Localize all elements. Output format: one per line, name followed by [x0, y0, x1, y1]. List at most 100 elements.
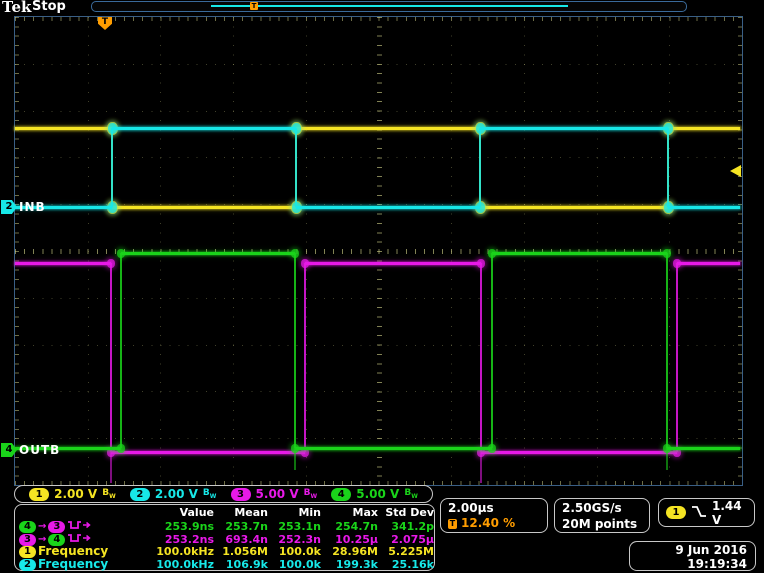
- measurement-value: 253.1n: [268, 520, 321, 533]
- measurement-value: 1.056M: [214, 545, 268, 558]
- trigger-position-percent: 12.40 %: [461, 516, 515, 531]
- time: 19:19:34: [638, 557, 747, 571]
- measurement-header-value: Value: [133, 506, 214, 519]
- channel4-label: OUTB: [19, 443, 60, 457]
- measurement-value: 199.3k: [321, 558, 378, 571]
- channel4-volts-per-div: 5.00 V: [356, 487, 399, 501]
- ch1-trace-segment: [112, 206, 296, 209]
- measurement-value: 254.7n: [321, 520, 378, 533]
- falling-edge-icon: [691, 503, 707, 522]
- trigger-readout[interactable]: 1 1.44 V: [658, 498, 755, 527]
- measurement-source-badge: 3: [48, 521, 65, 533]
- ch3-edge: [676, 263, 678, 452]
- ch2-noise-burst: [292, 123, 301, 134]
- acquisition-readout[interactable]: 2.50GS/s 20M points: [554, 498, 650, 533]
- measurement-header-min: Min: [268, 506, 321, 519]
- channel3-volts-per-div: 5.00 V: [256, 487, 299, 501]
- ch2-edge: [295, 128, 297, 207]
- ch3-trace-segment: [305, 262, 481, 265]
- trigger-level-arrow-icon[interactable]: [730, 165, 741, 177]
- bandwidth-limit-icon: BW: [304, 488, 318, 500]
- ch2-noise-burst: [108, 123, 117, 134]
- ch4-edge: [491, 253, 493, 448]
- ch2-edge: [479, 128, 481, 207]
- measurement-value: 253.9ns: [133, 520, 214, 533]
- measurement-source-badge: 1: [19, 546, 36, 558]
- measurement-row: 4→3253.9ns253.7n253.1n254.7n341.2p: [15, 519, 434, 532]
- trigger-t-icon: T: [448, 519, 457, 529]
- channel2-volts-per-div: 2.00 V: [155, 487, 198, 501]
- measurement-value: 100.0kHz: [133, 545, 214, 558]
- measurement-header-row: Value Mean Min Max Std Dev: [15, 506, 434, 519]
- sample-rate: 2.50GS/s: [562, 500, 642, 516]
- ch3-undershoot-spike: [480, 452, 482, 483]
- ch3-noise-burst: [673, 259, 681, 268]
- ch4-undershoot-spike: [666, 448, 668, 470]
- measurement-value: 25.16k: [378, 558, 434, 571]
- ch4-noise-burst: [663, 249, 671, 258]
- ch2-trace-segment: [480, 127, 668, 130]
- channel-readout-bar[interactable]: 12.00 VBW22.00 VBW35.00 VBW45.00 VBW: [14, 485, 433, 503]
- channel1-volts-per-div: 2.00 V: [54, 487, 97, 501]
- measurement-source-badge: 2: [19, 559, 36, 571]
- timebase-scale: 2.00µs: [448, 500, 540, 516]
- channel2-label: INB: [19, 200, 46, 214]
- ch3-trace-segment: [15, 262, 111, 265]
- measurement-value: 106.9k: [214, 558, 268, 571]
- ch1-trace-segment: [296, 127, 480, 130]
- measurement-label: 2Frequency: [15, 558, 133, 571]
- bandwidth-limit-icon: BW: [404, 488, 418, 500]
- timebase-readout[interactable]: 2.00µs T 12.40 %: [440, 498, 548, 533]
- ch2-noise-burst: [476, 123, 485, 134]
- ch1-trace-segment: [668, 127, 740, 130]
- ch3-noise-burst: [301, 259, 309, 268]
- ch4-trace-segment: [492, 252, 667, 255]
- ch4-noise-burst: [117, 249, 125, 258]
- ch2-noise-burst: [476, 202, 485, 213]
- ch4-noise-burst: [488, 249, 496, 258]
- ch3-noise-burst: [107, 259, 115, 268]
- measurement-header-stddev: Std Dev: [378, 506, 434, 519]
- ch4-undershoot-spike: [294, 448, 296, 470]
- ch3-edge: [304, 263, 306, 452]
- date: 9 Jun 2016: [638, 543, 747, 557]
- measurement-source-badge: 4: [19, 521, 36, 533]
- ch3-undershoot-spike: [110, 452, 112, 483]
- ch2-noise-burst: [108, 202, 117, 213]
- ch2-trace-segment: [668, 206, 740, 209]
- ch2-noise-burst: [664, 202, 673, 213]
- ch1-trace-segment: [480, 206, 668, 209]
- ch3-trace-segment: [481, 451, 677, 454]
- channel3-scale-readout[interactable]: 3 5.00 V BW: [231, 487, 318, 501]
- channel2-badge: 2: [130, 488, 150, 501]
- ch4-edge: [294, 253, 296, 448]
- ch2-noise-burst: [292, 202, 301, 213]
- ch4-trace-segment: [295, 447, 492, 450]
- oscilloscope-screen: Tek Stop T T 2 INB 4 OUTB 12.00 VBW22.00…: [0, 0, 764, 573]
- measurement-value: 253.7n: [214, 520, 268, 533]
- ch2-noise-burst: [664, 123, 673, 134]
- ch3-noise-burst: [477, 259, 485, 268]
- ch4-noise-burst: [117, 444, 125, 453]
- datetime-readout[interactable]: 9 Jun 2016 19:19:34: [629, 541, 756, 571]
- trigger-level: 1.44 V: [712, 499, 747, 527]
- ch3-trace-segment: [111, 451, 305, 454]
- record-length: 20M points: [562, 516, 642, 532]
- measurement-value: 341.2p: [378, 520, 434, 533]
- channel3-badge: 3: [231, 488, 251, 501]
- channel4-scale-readout[interactable]: 4 5.00 V BW: [331, 487, 418, 501]
- ch4-edge: [666, 253, 668, 448]
- channel1-scale-readout[interactable]: 12.00 VBW: [29, 487, 116, 501]
- measurement-source-badge: 3: [19, 534, 36, 546]
- ch1-trace-segment: [15, 127, 112, 130]
- measurement-value: 100.0kHz: [133, 558, 214, 571]
- ch2-edge: [667, 128, 669, 207]
- ch2-trace-segment: [296, 206, 480, 209]
- bandwidth-limit-icon: BW: [203, 488, 217, 500]
- measurement-header-max: Max: [321, 506, 378, 519]
- channel4-badge: 4: [331, 488, 351, 501]
- ch3-edge: [480, 263, 482, 452]
- bandwidth-limit-icon: BW: [102, 488, 116, 500]
- channel2-scale-readout[interactable]: 2 2.00 V BW: [130, 487, 217, 501]
- ch2-edge: [111, 128, 113, 207]
